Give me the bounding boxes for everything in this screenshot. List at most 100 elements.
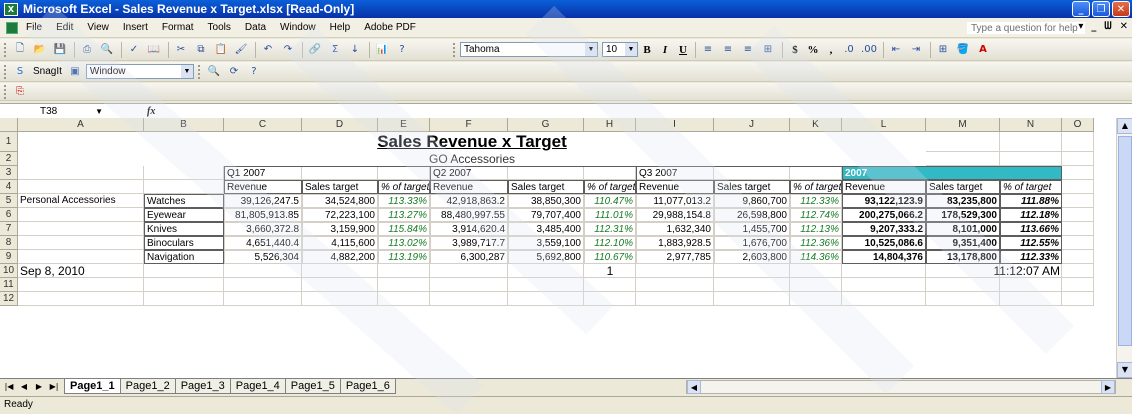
percent-of-target-cell[interactable]: 112.74% bbox=[790, 208, 842, 222]
column-header[interactable]: M bbox=[926, 118, 1000, 132]
workbook-icon[interactable] bbox=[6, 21, 18, 34]
menu-edit[interactable]: Edit bbox=[56, 22, 73, 33]
currency-button[interactable]: $ bbox=[786, 44, 804, 56]
toolbar-grip[interactable] bbox=[197, 64, 201, 79]
first-sheet-icon[interactable]: |◀ bbox=[3, 382, 15, 391]
revenue-cell[interactable]: 6,300,287 bbox=[430, 250, 508, 264]
sales-target-cell[interactable]: 2,603,800 bbox=[714, 250, 790, 264]
column-header[interactable]: C bbox=[224, 118, 302, 132]
toolbar-grip[interactable] bbox=[4, 84, 7, 99]
tab-page1-6[interactable]: Page1_6 bbox=[339, 379, 396, 394]
percent-of-target-cell[interactable]: 112.13% bbox=[790, 222, 842, 236]
save-icon[interactable]: 💾 bbox=[51, 42, 69, 58]
decrease-indent-icon[interactable]: ⇤ bbox=[887, 42, 905, 58]
percent-of-target-cell[interactable]: 112.33% bbox=[790, 194, 842, 208]
column-header[interactable]: I bbox=[636, 118, 714, 132]
snagit-label[interactable]: SnagIt bbox=[33, 66, 62, 77]
chevron-down-icon[interactable]: ▼ bbox=[625, 43, 637, 56]
tab-page1-1[interactable]: Page1_1 bbox=[64, 379, 121, 394]
revenue-cell[interactable]: 2,977,785 bbox=[636, 250, 714, 264]
column-header[interactable]: A bbox=[18, 118, 144, 132]
sales-target-cell[interactable]: 83,235,800 bbox=[926, 194, 1000, 208]
percent-of-target-cell[interactable]: 111.88% bbox=[1000, 194, 1062, 208]
tab-page1-5[interactable]: Page1_5 bbox=[284, 379, 341, 394]
refresh-icon[interactable]: ⟳ bbox=[225, 64, 243, 80]
menu-tools[interactable]: Tools bbox=[208, 22, 231, 33]
row-header[interactable]: 10 bbox=[0, 264, 18, 278]
revenue-cell[interactable]: 42,918,863.2 bbox=[430, 194, 508, 208]
merge-center-icon[interactable]: ⊞ bbox=[759, 42, 777, 58]
percent-of-target-cell[interactable]: 112.33% bbox=[1000, 250, 1062, 264]
underline-button[interactable]: U bbox=[674, 44, 692, 56]
vertical-scrollbar[interactable]: ▲ ▼ bbox=[1116, 118, 1132, 378]
column-label[interactable]: Sales target bbox=[302, 180, 378, 194]
scroll-down-icon[interactable]: ▼ bbox=[1117, 362, 1132, 378]
percent-button[interactable]: % bbox=[804, 44, 822, 56]
column-header[interactable]: F bbox=[430, 118, 508, 132]
font-name-select[interactable]: Tahoma ▼ bbox=[460, 42, 598, 57]
zoom-icon[interactable]: 🔍 bbox=[205, 64, 223, 80]
column-label[interactable]: % of target bbox=[1000, 180, 1062, 194]
period-header[interactable]: Q2 2007 bbox=[430, 166, 636, 180]
sales-target-cell[interactable]: 4,882,200 bbox=[302, 250, 378, 264]
scroll-left-icon[interactable]: ◀ bbox=[687, 380, 701, 394]
sales-target-cell[interactable]: 34,524,800 bbox=[302, 194, 378, 208]
report-title[interactable]: Sales Revenue x Target bbox=[18, 132, 926, 152]
sales-target-cell[interactable]: 5,692,800 bbox=[508, 250, 584, 264]
row-header[interactable]: 8 bbox=[0, 236, 18, 250]
worksheet-grid[interactable]: A B C D E F G H I J K L M N O 1 2 3 4 5 6 7 8 9 10 11 12 Sales Reve… bbox=[0, 118, 1116, 378]
sales-target-cell[interactable]: 8,101,000 bbox=[926, 222, 1000, 236]
sales-target-cell[interactable]: 9,351,400 bbox=[926, 236, 1000, 250]
restore-button[interactable]: ❐ bbox=[1092, 1, 1110, 17]
align-left-icon[interactable]: ≡ bbox=[699, 42, 717, 58]
sales-target-cell[interactable]: 1,676,700 bbox=[714, 236, 790, 250]
column-label[interactable]: % of target bbox=[584, 180, 636, 194]
sales-target-cell[interactable]: 3,485,400 bbox=[508, 222, 584, 236]
close-button[interactable]: ✕ bbox=[1112, 1, 1130, 17]
menu-insert[interactable]: Insert bbox=[123, 22, 148, 33]
revenue-cell[interactable]: 93,122,123.9 bbox=[842, 194, 926, 208]
toolbar-grip[interactable] bbox=[4, 64, 7, 79]
percent-of-target-cell[interactable]: 113.27% bbox=[378, 208, 430, 222]
row-header[interactable]: 9 bbox=[0, 250, 18, 264]
revenue-cell[interactable]: 1,883,928.5 bbox=[636, 236, 714, 250]
percent-of-target-cell[interactable]: 110.47% bbox=[584, 194, 636, 208]
percent-of-target-cell[interactable]: 113.33% bbox=[378, 194, 430, 208]
print-preview-icon[interactable]: 🔍 bbox=[98, 42, 116, 58]
menu-adobe-pdf[interactable]: Adobe PDF bbox=[364, 22, 416, 33]
align-center-icon[interactable]: ≡ bbox=[719, 42, 737, 58]
doc-close-button[interactable]: ✕ bbox=[1120, 21, 1128, 32]
revenue-cell[interactable]: 29,988,154.8 bbox=[636, 208, 714, 222]
excel-app-icon[interactable]: X bbox=[4, 2, 18, 16]
percent-of-target-cell[interactable]: 111.01% bbox=[584, 208, 636, 222]
revenue-cell[interactable]: 1,632,340 bbox=[636, 222, 714, 236]
sort-ascending-icon[interactable]: ↓ bbox=[346, 42, 364, 58]
help-icon[interactable]: ? bbox=[393, 42, 411, 58]
column-label[interactable]: Revenue bbox=[430, 180, 508, 194]
horizontal-scrollbar[interactable]: ◀ ▶ bbox=[686, 380, 1116, 394]
redo-icon[interactable]: ↷ bbox=[279, 42, 297, 58]
footer-date[interactable]: Sep 8, 2010 bbox=[18, 264, 224, 278]
sales-target-cell[interactable]: 13,178,800 bbox=[926, 250, 1000, 264]
copy-icon[interactable]: ⧉ bbox=[192, 42, 210, 58]
product-name[interactable]: Navigation bbox=[144, 250, 224, 264]
column-header[interactable]: K bbox=[790, 118, 842, 132]
column-label[interactable]: Sales target bbox=[926, 180, 1000, 194]
minimize-button[interactable]: _ bbox=[1072, 1, 1090, 17]
percent-of-target-cell[interactable]: 110.67% bbox=[584, 250, 636, 264]
revenue-cell[interactable]: 3,914,620.4 bbox=[430, 222, 508, 236]
font-size-select[interactable]: 10 ▼ bbox=[602, 42, 638, 57]
sales-target-cell[interactable]: 4,115,600 bbox=[302, 236, 378, 250]
sales-target-cell[interactable]: 72,223,100 bbox=[302, 208, 378, 222]
revenue-cell[interactable]: 81,805,913.85 bbox=[224, 208, 302, 222]
revenue-cell[interactable]: 10,525,086.6 bbox=[842, 236, 926, 250]
snagit-capture-mode-select[interactable]: Window ▼ bbox=[85, 64, 194, 79]
borders-icon[interactable]: ⊞ bbox=[934, 42, 952, 58]
menu-view[interactable]: View bbox=[87, 22, 109, 33]
research-icon[interactable]: 📖 bbox=[145, 42, 163, 58]
row-header[interactable]: 3 bbox=[0, 166, 18, 180]
decrease-decimal-icon[interactable]: .00 bbox=[860, 42, 878, 58]
column-header[interactable]: D bbox=[302, 118, 378, 132]
column-header[interactable]: G bbox=[508, 118, 584, 132]
chart-wizard-icon[interactable]: 📊 bbox=[373, 42, 391, 58]
